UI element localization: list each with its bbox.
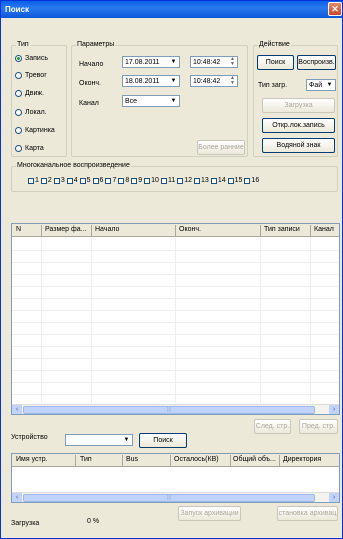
chevron-down-icon[interactable]: ▼ (169, 58, 178, 66)
action-legend: Действие (258, 41, 291, 48)
radio-icon[interactable] (15, 127, 22, 134)
open-local-record-button[interactable]: Откр.лок.запись (262, 118, 335, 133)
radio-icon[interactable] (15, 90, 22, 97)
end-date-field[interactable]: 18.08.2011 ▼ (122, 75, 180, 87)
results-table[interactable]: N Размер фа... Начало Оконч. Тип записи … (11, 223, 340, 415)
type-group-legend: Тип (16, 41, 30, 48)
channel-checkbox[interactable]: 14 (210, 177, 226, 184)
type-local-option[interactable]: Локал. (15, 109, 47, 116)
results-hscrollbar[interactable]: ‹ ||| › (12, 404, 339, 414)
earlier-button[interactable]: Более ранние (197, 140, 245, 155)
column-header[interactable]: Канал (314, 226, 334, 233)
device-label: Устройство (11, 434, 48, 441)
type-card-option[interactable]: Карта (15, 145, 44, 152)
channel-checkboxes: 1 2 3 4 5 6 7 8 9 10 11 12 13 14 15 16 (28, 177, 259, 184)
stop-archive-button[interactable]: становка архивац (277, 506, 338, 521)
channel-checkbox[interactable]: 7 (105, 177, 116, 184)
type-picture-option[interactable]: Картинка (15, 127, 55, 134)
column-header[interactable]: Начало (95, 226, 119, 233)
chevron-down-icon[interactable]: ▼ (169, 77, 178, 85)
channel-checkbox[interactable]: 5 (79, 177, 91, 184)
chevron-down-icon[interactable]: ▼ (122, 436, 131, 444)
scroll-thumb[interactable]: ||| (23, 406, 315, 414)
close-icon[interactable]: ✕ (328, 2, 342, 16)
channel-checkbox[interactable]: 1 (28, 177, 39, 184)
next-page-button[interactable]: След. стр. (254, 419, 291, 434)
scroll-left-icon[interactable]: ‹ (12, 405, 22, 414)
watermark-button[interactable]: Водяной знак (262, 138, 335, 153)
params-group: Параметры Начало 17.08.2011 ▼ 10:48:42 ▲… (71, 41, 248, 157)
chevron-down-icon[interactable]: ▼ (325, 81, 334, 89)
params-legend: Параметры (76, 41, 116, 48)
window-title: Поиск (5, 5, 30, 14)
channel-checkbox[interactable]: 2 (40, 177, 52, 184)
start-time-field[interactable]: 10:48:42 ▲ ▼ (190, 56, 238, 68)
column-header[interactable]: Тип (80, 456, 92, 463)
column-header[interactable]: Общий объ... (233, 456, 276, 463)
search-window: Поиск ✕ Тип Запись Тревог Движ. Локал. К… (0, 0, 343, 539)
device-table[interactable]: Имя устр. Тип Bus Осталось(КВ) Общий объ… (11, 453, 340, 503)
radio-icon[interactable] (15, 55, 22, 62)
prev-page-button[interactable]: Пред. стр. (299, 419, 338, 434)
play-button[interactable]: Воспроизв. (297, 55, 336, 70)
type-group: Тип Запись Тревог Движ. Локал. Картинка … (11, 41, 67, 157)
channel-checkbox[interactable]: 15 (227, 177, 242, 184)
column-header[interactable]: Размер фа... (45, 226, 87, 233)
multichannel-legend: Многоканальное воспроизведение (16, 162, 131, 169)
channel-checkbox[interactable]: 13 (194, 177, 209, 184)
load-type-label: Тип загр. (258, 82, 288, 89)
column-header[interactable]: Тип записи (264, 226, 300, 233)
start-archive-button[interactable]: Запуск архивации (178, 506, 241, 521)
device-select[interactable]: ▼ (65, 434, 133, 446)
column-header[interactable]: N (16, 226, 21, 233)
scroll-left-icon[interactable]: ‹ (12, 493, 22, 502)
channel-checkbox[interactable]: 4 (66, 177, 78, 184)
download-status-label: Загрузка (11, 520, 40, 527)
column-header[interactable]: Оконч. (179, 226, 201, 233)
end-label: Оконч. (79, 80, 101, 87)
search-button[interactable]: Поиск (257, 55, 294, 70)
download-progress-value: 0 % (87, 518, 100, 525)
load-type-select[interactable]: Фай ▼ (306, 79, 336, 91)
column-header[interactable]: Директория (283, 456, 321, 463)
start-label: Начало (79, 61, 104, 68)
spinner-icon[interactable]: ▲ ▼ (229, 57, 236, 67)
spinner-icon[interactable]: ▲ ▼ (229, 76, 236, 86)
device-search-button[interactable]: Поиск (139, 433, 187, 448)
results-table-header: N Размер фа... Начало Оконч. Тип записи … (12, 224, 339, 237)
type-motion-option[interactable]: Движ. (15, 90, 44, 97)
channel-checkbox[interactable]: 9 (131, 177, 142, 184)
device-table-header: Имя устр. Тип Bus Осталось(КВ) Общий объ… (12, 454, 339, 467)
scroll-thumb[interactable]: ||| (23, 494, 315, 502)
column-header[interactable]: Осталось(КВ) (174, 456, 219, 463)
radio-icon[interactable] (15, 145, 22, 152)
action-group: Действие Поиск Воспроизв. Тип загр. Фай … (253, 41, 338, 157)
channel-checkbox[interactable]: 8 (118, 177, 129, 184)
channel-checkbox[interactable]: 12 (177, 177, 192, 184)
type-record-option[interactable]: Запись (15, 55, 48, 62)
channel-label: Канал (79, 100, 99, 107)
download-button[interactable]: Загрузка (262, 98, 335, 113)
title-bar: Поиск ✕ (1, 1, 342, 18)
device-hscrollbar[interactable]: ‹ ||| › (12, 492, 339, 502)
radio-icon[interactable] (15, 72, 22, 79)
channel-select[interactable]: Все ▼ (122, 95, 180, 107)
channel-checkbox[interactable]: 11 (160, 177, 175, 184)
start-date-field[interactable]: 17.08.2011 ▼ (122, 56, 180, 68)
radio-icon[interactable] (15, 109, 22, 116)
column-header[interactable]: Имя устр. (16, 456, 48, 463)
chevron-down-icon[interactable]: ▼ (169, 97, 178, 105)
channel-checkbox[interactable]: 16 (244, 177, 259, 184)
scroll-right-icon[interactable]: › (329, 405, 339, 414)
channel-checkbox[interactable]: 10 (144, 177, 159, 184)
type-alarm-option[interactable]: Тревог (15, 72, 47, 79)
channel-checkbox[interactable]: 3 (53, 177, 65, 184)
channel-checkbox[interactable]: 6 (92, 177, 103, 184)
column-header[interactable]: Bus (126, 456, 138, 463)
end-time-field[interactable]: 10:48:42 ▲ ▼ (190, 75, 238, 87)
scroll-right-icon[interactable]: › (329, 493, 339, 502)
